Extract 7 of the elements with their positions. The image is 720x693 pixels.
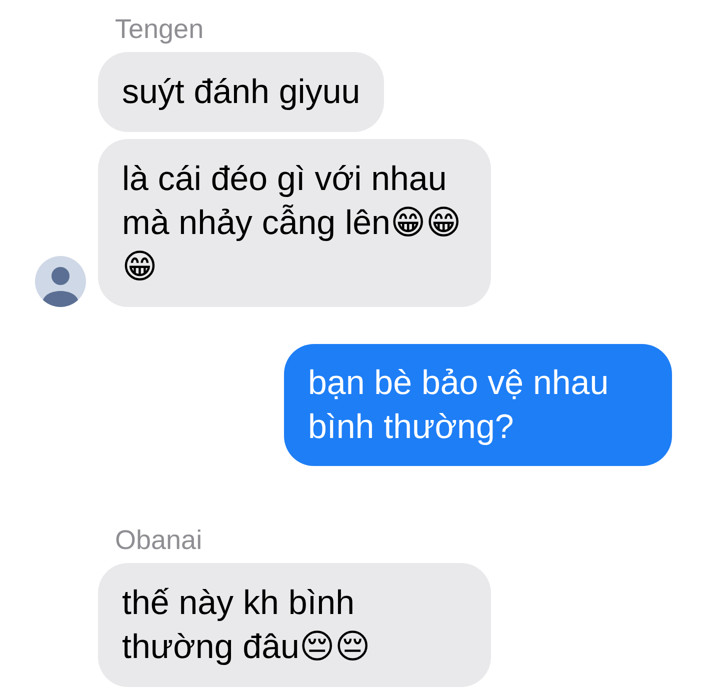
avatar-icon[interactable] — [35, 256, 86, 307]
sender-name: Obanai — [115, 524, 204, 557]
message-bubble: là cái đéo gì với nhau mà nhảy cẫng lên😁😁😁 — [98, 139, 491, 307]
sender-name: Tengen — [115, 13, 205, 46]
message-bubble: suýt đánh giyuu — [98, 52, 384, 132]
message-bubble: bạn bè bảo vệ nhau bình thường? — [284, 344, 672, 466]
message-bubble: thế này kh bình thường đâu😔😔 — [98, 563, 491, 687]
